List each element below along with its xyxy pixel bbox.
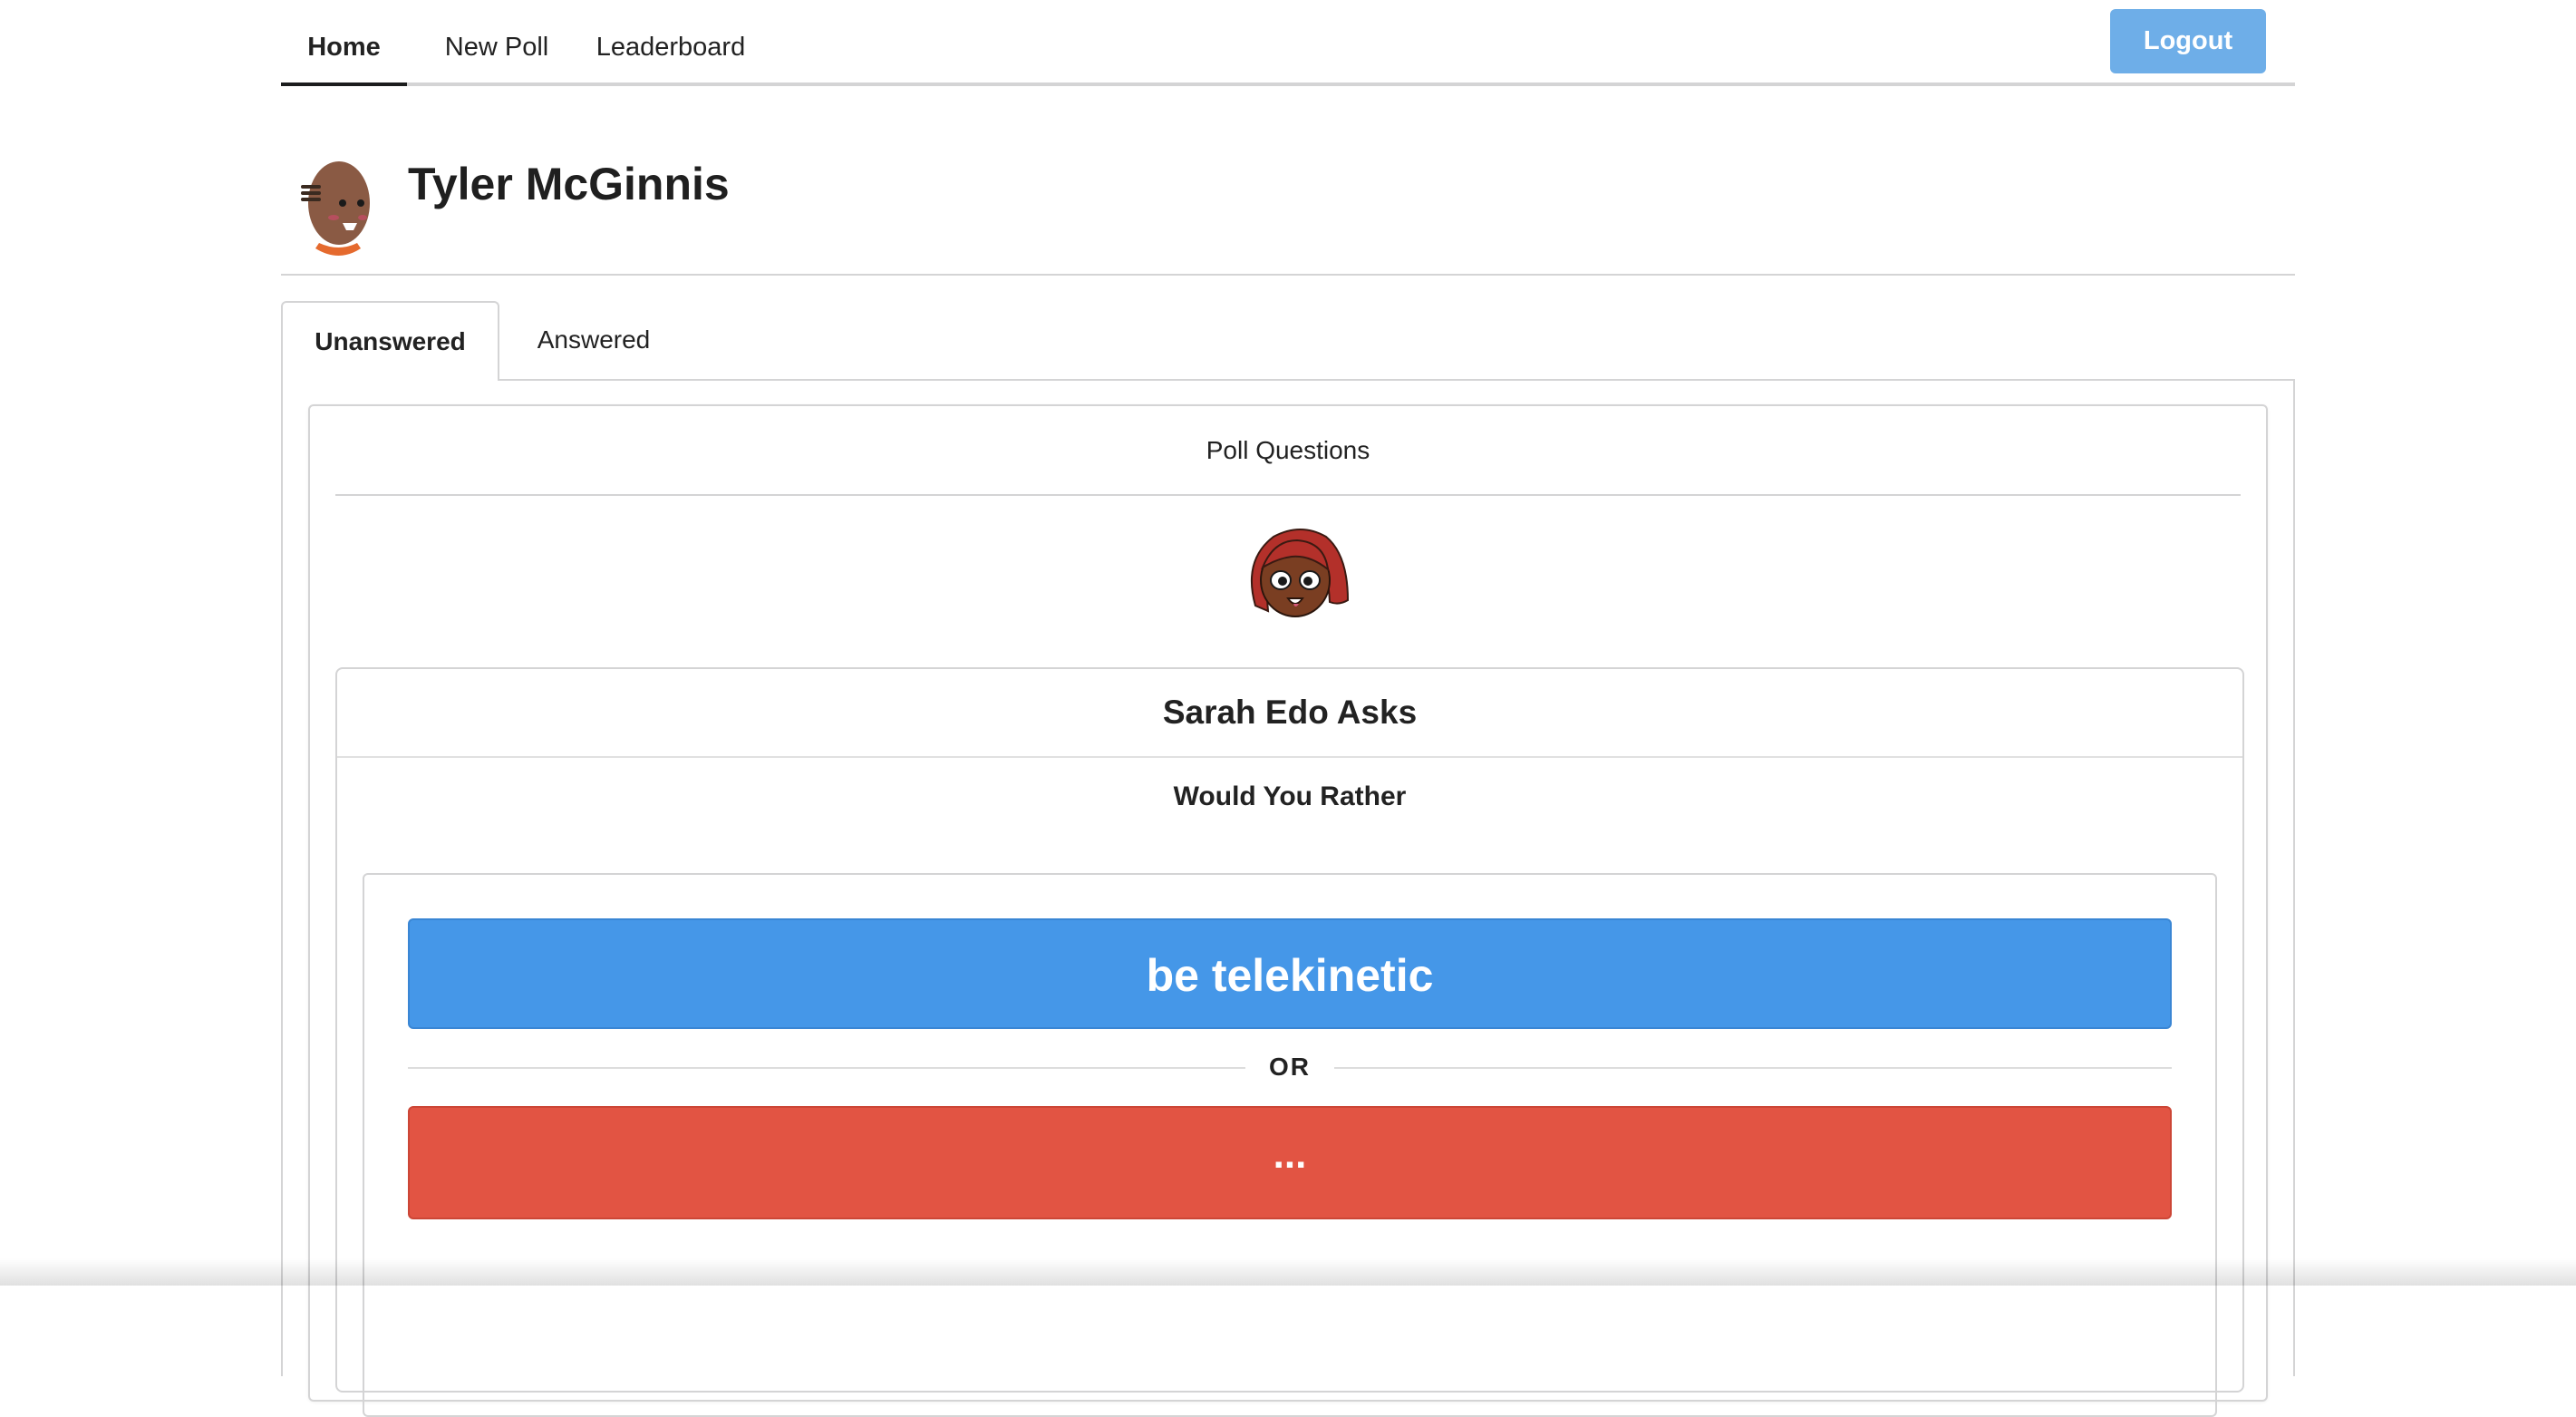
app-container: Home New Poll Leaderboard Logout Tyler M… bbox=[281, 0, 2295, 1417]
poll-questions-header: Poll Questions bbox=[335, 406, 2241, 496]
user-avatar bbox=[301, 161, 370, 256]
author-avatar bbox=[1250, 529, 1350, 617]
or-divider-label: OR bbox=[1269, 1053, 1311, 1081]
option-one-button[interactable]: be telekinetic bbox=[408, 918, 2172, 1029]
user-profile-header: Tyler McGinnis bbox=[281, 145, 2295, 276]
poll-tabs: Unanswered Answered bbox=[281, 301, 2295, 381]
top-navigation: Home New Poll Leaderboard Logout bbox=[281, 0, 2295, 86]
tab-unanswered[interactable]: Unanswered bbox=[281, 301, 499, 381]
question-author-title: Sarah Edo Asks bbox=[337, 669, 2242, 758]
nav-new-poll[interactable]: New Poll bbox=[424, 0, 569, 86]
tab-panel: Poll Questions Sarah Edo Asks Would You … bbox=[281, 379, 2295, 1417]
logout-button[interactable]: Logout bbox=[2110, 9, 2266, 73]
nav-home[interactable]: Home bbox=[281, 0, 407, 86]
user-name: Tyler McGinnis bbox=[408, 159, 730, 209]
or-divider: OR bbox=[408, 1049, 2172, 1085]
options-box: be telekinetic OR ... bbox=[363, 873, 2217, 1417]
nav-leaderboard[interactable]: Leaderboard bbox=[585, 0, 757, 86]
poll-card: Poll Questions Sarah Edo Asks Would You … bbox=[308, 404, 2268, 1417]
window-bottom-shadow bbox=[0, 1258, 2576, 1286]
question-subtitle: Would You Rather bbox=[1173, 781, 1407, 811]
option-two-button[interactable]: ... bbox=[408, 1106, 2172, 1219]
tab-answered[interactable]: Answered bbox=[499, 301, 688, 379]
